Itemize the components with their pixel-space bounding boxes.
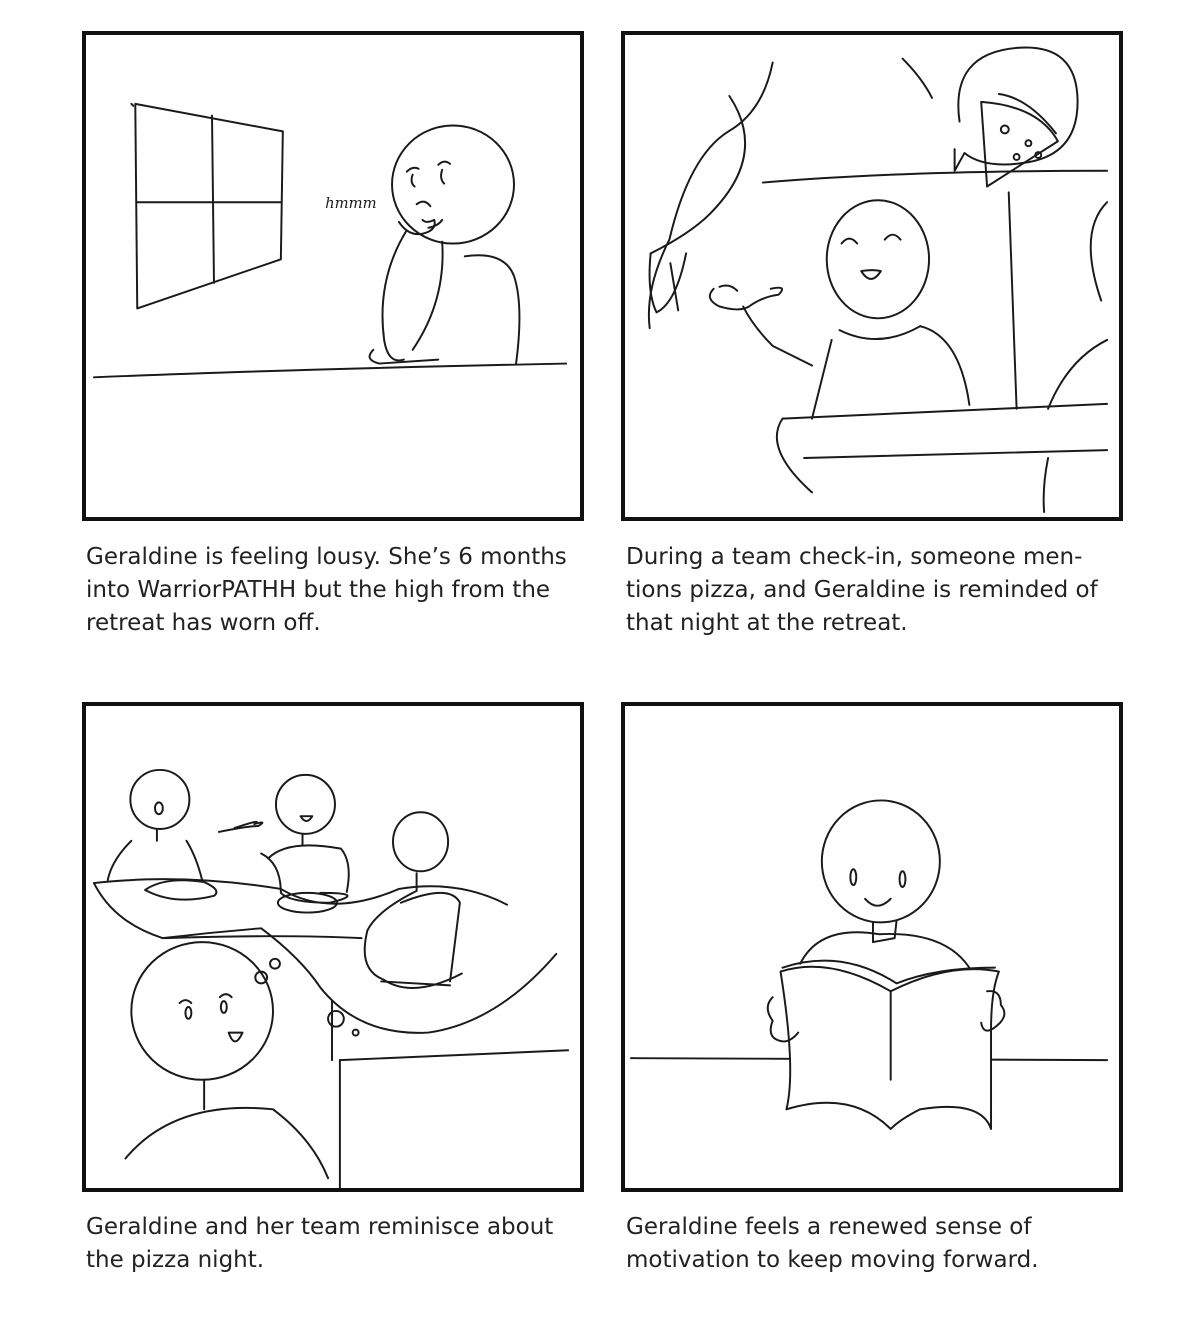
comic-panel-3 <box>82 702 584 1192</box>
panel-1-caption: Geraldine is feeling lousy. She’s 6 mont… <box>86 544 567 636</box>
panel-1-drawing: hmmm <box>92 102 568 379</box>
comic-panel-4 <box>621 702 1123 1192</box>
pizza-slice-thought-bubble-icon <box>953 46 1079 188</box>
thinking-figure-icon <box>368 124 521 366</box>
table-edge <box>92 362 568 379</box>
video-call-background <box>647 57 1109 514</box>
laughing-figure-icon <box>708 199 971 420</box>
panel-2-caption: During a team check-in, someone men-tion… <box>626 544 1098 636</box>
comic-panel-2 <box>621 31 1123 521</box>
comic-panel-1: hmmm <box>82 31 584 521</box>
panel-3-drawing <box>92 768 570 1188</box>
panel-4-drawing <box>630 799 1109 1130</box>
reminiscing-figure-icon <box>124 941 330 1180</box>
panel-4-caption: Geraldine feels a renewed sense of motiv… <box>626 1214 1039 1273</box>
panel-2-drawing <box>647 46 1109 514</box>
panel-3-caption: Geraldine and her team reminisce about t… <box>86 1214 554 1273</box>
sound-effect-text: hmmm <box>325 195 376 212</box>
window-icon <box>130 102 284 310</box>
open-book-icon <box>766 959 1006 1130</box>
reading-figure-icon <box>799 799 979 985</box>
